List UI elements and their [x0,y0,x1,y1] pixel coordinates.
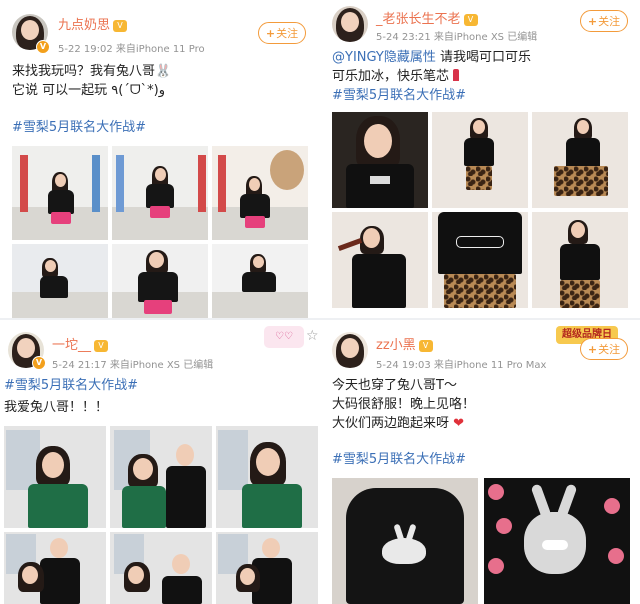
decoration-sticker[interactable]: ♡♡ [264,326,304,348]
follow-button[interactable]: +关注 [580,338,628,360]
weibo-post-4: zz小黑 V 5-24 19:03 来自iPhone 11 Pro Max 超级品… [320,320,640,604]
post-meta: 5-24 19:03 来自iPhone 11 Pro Max [376,356,546,371]
post-photo[interactable] [532,212,628,308]
follow-label: 关注 [276,27,299,40]
post-meta: 5-22 19:02 来自iPhone 11 Pro [58,40,205,55]
post-photo[interactable] [4,532,106,604]
plus-icon: + [265,27,276,40]
username-text[interactable]: 一坨__ [52,338,91,353]
post-source: 来自iPhone 11 Pro [115,44,205,55]
vip-crown-icon: V [463,14,478,26]
plus-icon: + [587,343,598,356]
photo-wall [218,430,248,490]
post-text-line-2: 大码很舒服！晚上见咯！ [332,397,476,412]
post-photo[interactable] [484,478,630,604]
post-time[interactable]: 5-22 19:02 [58,44,113,55]
follow-button[interactable]: +关注 [580,10,628,32]
lipstick-icon [453,69,460,81]
topic-link[interactable]: #雪梨5月联名大作战# [12,118,146,138]
bugs-bunny-print [382,538,426,564]
heart-icon: ❤ [453,416,465,431]
username[interactable]: zz小黑 V [376,334,433,353]
weibo-post-1: V 九点奶思 V 5-22 19:02 来自iPhone 11 Pro +关注 来… [0,0,320,318]
post-time[interactable]: 5-24 21:17 [52,360,107,371]
post-text-line-1: @YINGY隐藏属性 请我喝可口可乐 [332,48,531,68]
post-text-line-2: 可乐加冰，快乐笔芯 [332,67,460,87]
follow-label: 关注 [598,343,621,356]
post-text-line-3: 大伙们两边跑起来呀 ❤ [332,414,464,434]
topic-link[interactable]: #雪梨5月联名大作战# [4,376,138,396]
user-mention-link[interactable]: @YINGY隐藏属性 [332,50,436,65]
cola-bottle [337,238,363,251]
username[interactable]: 九点奶思 V [58,14,128,33]
post-photo[interactable] [212,146,308,240]
post-photo[interactable] [432,212,528,308]
post-photo[interactable] [12,146,108,240]
teddy-bear [270,150,304,190]
username-text[interactable]: zz小黑 [376,338,416,353]
photo-wall [6,430,40,490]
vip-crown-icon: V [94,340,109,352]
post-photo[interactable] [432,112,528,208]
edited-label[interactable]: 已编辑 [507,32,537,43]
post-text-line-3-text: 大伙们两边跑起来呀 [332,416,450,431]
topic-link[interactable]: #雪梨5月联名大作战# [332,86,466,106]
post-photo[interactable] [332,112,428,208]
post-photo[interactable] [12,244,108,318]
post-photo[interactable] [532,112,628,208]
username[interactable]: _老张长生不老 V [376,8,478,27]
post-text-line-2-text: 可乐加冰，快乐笔芯 [332,69,450,84]
post-photo[interactable] [112,146,208,240]
post-text-line-1: 我爱兔八哥！！！ [4,400,109,415]
weibo-post-2: _老张长生不老 V 5-24 23:21 来自iPhone XS 已编辑 +关注 … [320,0,640,318]
follow-button[interactable]: +关注 [258,22,306,44]
post-photo[interactable] [216,532,318,604]
follow-label: 关注 [598,15,621,28]
post-text-line-1: 来找我玩吗？我有兔八哥🐰 [12,64,172,79]
username-text[interactable]: 九点奶思 [58,18,110,33]
post-photo[interactable] [4,426,106,528]
post-photo[interactable] [216,426,318,528]
post-meta: 5-24 23:21 来自iPhone XS 已编辑 [376,28,537,43]
verified-badge-icon: V [36,40,50,54]
vip-crown-icon: V [113,20,128,32]
post-source: 来自iPhone XS [433,32,505,43]
post-meta: 5-24 21:17 来自iPhone XS 已编辑 [52,356,213,371]
weibo-post-3: V 一坨__ V 5-24 21:17 来自iPhone XS 已编辑 ♡♡ ☆ … [0,320,320,604]
username-text[interactable]: _老张长生不老 [376,12,461,27]
post-text-rest: 请我喝可口可乐 [435,50,532,65]
username[interactable]: 一坨__ V [52,334,109,353]
post-source: 来自iPhone 11 Pro Max [433,360,547,371]
post-photo[interactable] [110,426,212,528]
post-time[interactable]: 5-24 23:21 [376,32,431,43]
post-photo[interactable] [332,478,478,604]
verified-badge-icon: V [32,356,46,370]
avatar[interactable] [332,332,368,368]
edited-label[interactable]: 已编辑 [183,360,213,371]
post-photo[interactable] [110,532,212,604]
post-photo[interactable] [212,244,308,318]
plus-icon: + [587,15,598,28]
star-icon[interactable]: ☆ [306,328,319,344]
post-text-line-1: 今天也穿了兔八哥T～ [332,378,457,393]
coca-cola-print [456,236,504,248]
topic-link[interactable]: #雪梨5月联名大作战# [332,450,466,470]
post-source: 来自iPhone XS [109,360,181,371]
avatar[interactable] [332,6,368,42]
post-time[interactable]: 5-24 19:03 [376,360,431,371]
vip-crown-icon: V [418,340,433,352]
post-photo[interactable] [112,244,208,318]
post-photo[interactable] [332,212,428,308]
post-text-line-2: 它说 可以一起玩 ٩(ˊᗜˋ*)و [12,83,165,98]
